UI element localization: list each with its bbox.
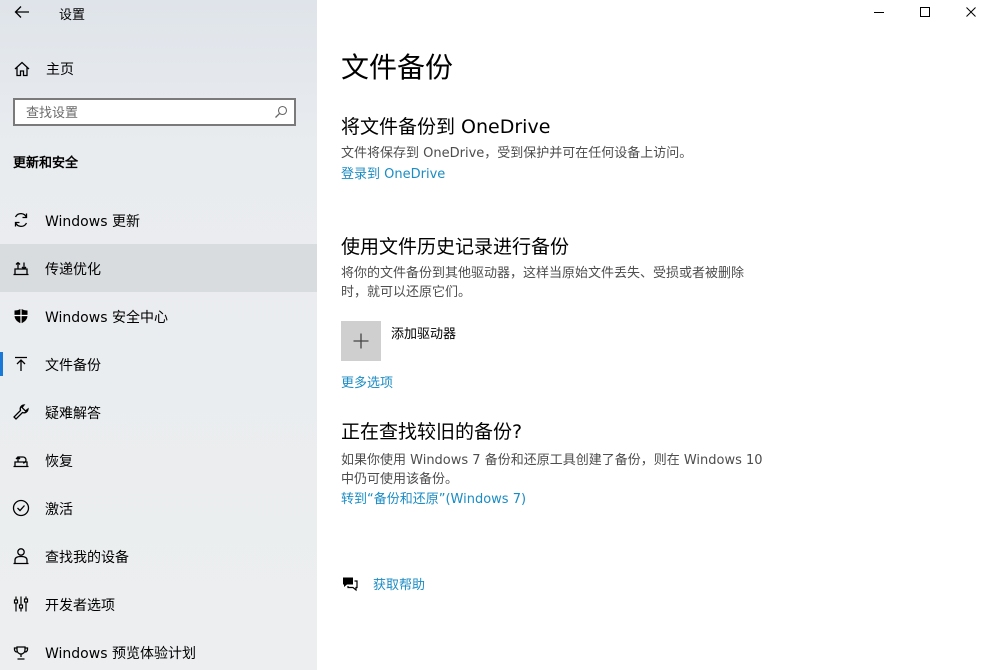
onedrive-signin-link[interactable]: 登录到 OneDrive — [341, 163, 445, 182]
home-icon — [14, 61, 30, 77]
shield-icon — [14, 308, 28, 324]
sidebar-item-label: 激活 — [45, 502, 73, 518]
sidebar-item-label: Windows 更新 — [45, 214, 140, 230]
sidebar-item-label: 恢复 — [45, 454, 73, 470]
titlebar: 设置 — [0, 0, 317, 24]
onedrive-heading: 将文件备份到 OneDrive — [341, 116, 551, 138]
page-title: 文件备份 — [341, 51, 454, 84]
sidebar-nav: Windows 更新 传递优化 Windows 安全中心 文件备份 疑难解答 恢… — [0, 196, 317, 670]
sidebar-item-windows-security[interactable]: Windows 安全中心 — [0, 292, 317, 340]
more-options-link[interactable]: 更多选项 — [341, 372, 393, 391]
sidebar-item-home[interactable]: 主页 — [0, 52, 317, 84]
file-history-heading: 使用文件历史记录进行备份 — [341, 236, 570, 258]
settings-window: 设置 主页 更新和安全 Windows 更新 — [0, 0, 994, 670]
search-icon[interactable] — [274, 105, 288, 119]
close-icon — [966, 7, 976, 17]
minimize-button[interactable] — [856, 0, 902, 24]
back-arrow-icon — [14, 6, 29, 18]
older-backup-description-line2: 中仍可使用该备份。 — [341, 472, 459, 487]
home-label: 主页 — [46, 62, 74, 78]
backup-restore-link[interactable]: 转到“备份和还原”(Windows 7) — [341, 488, 526, 507]
sidebar-item-activation[interactable]: 激活 — [0, 484, 317, 532]
get-help-link[interactable]: 获取帮助 — [341, 574, 425, 593]
sidebar-item-insider-program[interactable]: Windows 预览体验计划 — [0, 628, 317, 670]
search-field[interactable] — [13, 98, 296, 126]
file-history-description-line1: 将你的文件备份到其他驱动器，这样当原始文件丢失、受损或者被删除 — [341, 266, 745, 281]
sync-icon — [14, 213, 28, 227]
recovery-icon — [13, 456, 29, 468]
minimize-icon — [874, 12, 884, 13]
add-drive-tile — [341, 321, 381, 361]
search-input[interactable] — [24, 102, 268, 124]
older-backup-heading: 正在查找较旧的备份? — [341, 421, 523, 443]
delivery-optimization-icon — [13, 262, 29, 276]
sidebar-item-windows-update[interactable]: Windows 更新 — [0, 196, 317, 244]
sidebar-item-label: Windows 预览体验计划 — [45, 646, 196, 662]
sidebar-item-delivery-optimization[interactable]: 传递优化 — [0, 244, 317, 292]
sidebar-item-find-my-device[interactable]: 查找我的设备 — [0, 532, 317, 580]
sidebar-item-troubleshoot[interactable]: 疑难解答 — [0, 388, 317, 436]
file-history-description-line2: 时，就可以还原它们。 — [341, 285, 472, 300]
main-content: 文件备份 将文件备份到 OneDrive 文件将保存到 OneDrive，受到保… — [317, 0, 994, 670]
sidebar-item-backup[interactable]: 文件备份 — [0, 340, 317, 388]
maximize-button[interactable] — [902, 0, 948, 24]
selection-indicator — [0, 352, 3, 376]
plus-icon — [353, 333, 369, 349]
onedrive-description: 文件将保存到 OneDrive，受到保护并可在任何设备上访问。 — [341, 146, 693, 161]
add-drive-label: 添加驱动器 — [391, 327, 457, 342]
sidebar-item-label: 查找我的设备 — [45, 550, 129, 566]
sidebar-item-label: 疑难解答 — [45, 406, 101, 422]
sidebar: 设置 主页 更新和安全 Windows 更新 — [0, 0, 317, 670]
app-title: 设置 — [59, 8, 86, 23]
older-backup-description-line1: 如果你使用 Windows 7 备份和还原工具创建了备份，则在 Windows … — [341, 453, 763, 468]
help-chat-icon — [343, 577, 358, 591]
sidebar-item-recovery[interactable]: 恢复 — [0, 436, 317, 484]
back-button[interactable] — [8, 1, 36, 23]
developer-sliders-icon — [13, 596, 29, 612]
insider-icon — [13, 646, 29, 660]
sidebar-item-label: Windows 安全中心 — [45, 310, 168, 326]
add-drive-button[interactable]: 添加驱动器 — [341, 321, 456, 361]
get-help-label: 获取帮助 — [373, 578, 426, 593]
section-heading: 更新和安全 — [13, 156, 79, 171]
wrench-icon — [13, 404, 29, 420]
sidebar-item-label: 文件备份 — [45, 358, 101, 374]
window-controls — [856, 0, 994, 24]
sidebar-item-label: 传递优化 — [45, 262, 101, 278]
backup-arrow-icon — [15, 356, 27, 371]
sidebar-item-developer-options[interactable]: 开发者选项 — [0, 580, 317, 628]
maximize-icon — [920, 7, 930, 17]
sidebar-item-label: 开发者选项 — [45, 598, 115, 614]
check-circle-icon — [12, 499, 30, 517]
close-button[interactable] — [948, 0, 994, 24]
person-locate-icon — [13, 548, 29, 565]
